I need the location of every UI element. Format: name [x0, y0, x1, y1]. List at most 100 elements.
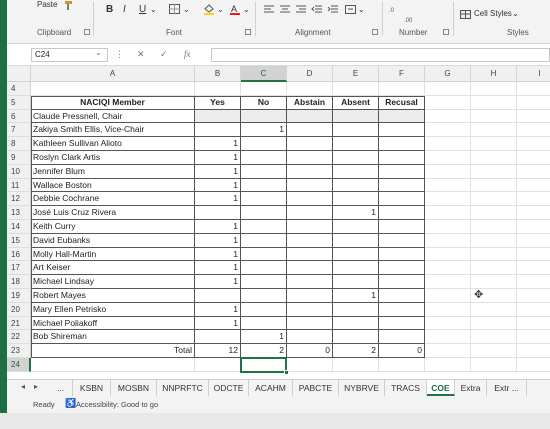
name-box-dropdown-icon[interactable]: ⌄: [95, 48, 102, 57]
italic-button[interactable]: I: [123, 4, 126, 15]
row-header-11[interactable]: 11: [7, 178, 31, 193]
cell-d6[interactable]: [287, 109, 333, 124]
cell-d13[interactable]: [287, 206, 333, 220]
cell-a24[interactable]: [31, 358, 195, 372]
cell-b10[interactable]: 1: [195, 164, 241, 179]
row-header-23[interactable]: 23: [7, 344, 31, 358]
cell-e11[interactable]: [333, 178, 379, 193]
row-header-14[interactable]: 14: [7, 220, 31, 234]
cell-h15[interactable]: [471, 233, 517, 248]
cell-a9[interactable]: Roslyn Clark Artis: [31, 151, 195, 165]
cell-e7[interactable]: [333, 123, 379, 138]
cell-e12[interactable]: [333, 192, 379, 207]
cell-d8[interactable]: [287, 137, 333, 151]
merge-dropdown-icon[interactable]: ⌄: [358, 5, 365, 14]
row-header-9[interactable]: 9: [7, 151, 31, 165]
cell-e18[interactable]: [333, 275, 379, 289]
cell-f18[interactable]: [379, 275, 425, 289]
accessibility-status[interactable]: Accessibility: Good to go: [76, 400, 158, 409]
cell-h17[interactable]: [471, 261, 517, 276]
fill-color-icon[interactable]: [203, 4, 215, 15]
cell-i23[interactable]: [517, 344, 550, 358]
cell-h20[interactable]: [471, 302, 517, 317]
cell-c12[interactable]: [241, 192, 287, 207]
sheet-tab-nnprftc[interactable]: NNPRFTC: [157, 380, 209, 396]
cell-g23[interactable]: [425, 344, 471, 358]
cell-d14[interactable]: [287, 220, 333, 234]
cell-e23[interactable]: 2: [333, 344, 379, 358]
cell-c19[interactable]: [241, 289, 287, 303]
cell-h8[interactable]: [471, 137, 517, 151]
fill-handle[interactable]: [284, 369, 289, 375]
cell-f5[interactable]: Recusal: [379, 95, 425, 110]
sheet-tab-extr[interactable]: Extr ...: [487, 380, 527, 396]
cell-g22[interactable]: [425, 330, 471, 345]
cell-e21[interactable]: [333, 316, 379, 331]
cell-f12[interactable]: [379, 192, 425, 207]
column-header-a[interactable]: A: [31, 66, 195, 82]
cell-a15[interactable]: David Eubanks: [31, 233, 195, 248]
cell-c15[interactable]: [241, 233, 287, 248]
cell-f7[interactable]: [379, 123, 425, 138]
cell-c17[interactable]: [241, 261, 287, 276]
row-header-6[interactable]: 6: [7, 109, 31, 124]
clipboard-launcher-icon[interactable]: [84, 29, 90, 35]
column-header-c[interactable]: C: [241, 66, 287, 82]
cell-a10[interactable]: Jennifer Blum: [31, 164, 195, 179]
cell-i7[interactable]: [517, 123, 550, 138]
cell-h12[interactable]: [471, 192, 517, 207]
cell-g12[interactable]: [425, 192, 471, 207]
formula-input[interactable]: [211, 48, 550, 62]
cell-h21[interactable]: [471, 316, 517, 331]
cell-i22[interactable]: [517, 330, 550, 345]
row-header-4[interactable]: 4: [7, 82, 31, 96]
row-header-21[interactable]: 21: [7, 316, 31, 331]
cell-e6[interactable]: [333, 109, 379, 124]
align-left-icon[interactable]: [263, 4, 275, 15]
column-header-f[interactable]: F: [379, 66, 425, 82]
cell-f8[interactable]: [379, 137, 425, 151]
cell-b24[interactable]: [195, 358, 241, 372]
cell-a13[interactable]: José Luis Cruz Rivera: [31, 206, 195, 220]
cell-c8[interactable]: [241, 137, 287, 151]
cell-h22[interactable]: [471, 330, 517, 345]
sheet-tab-odcte[interactable]: ODCTE: [209, 380, 249, 396]
cell-f17[interactable]: [379, 261, 425, 276]
sheet-tab-pabcte[interactable]: PABCTE: [293, 380, 339, 396]
borders-icon[interactable]: [169, 4, 181, 15]
cell-h11[interactable]: [471, 178, 517, 193]
cell-i20[interactable]: [517, 303, 550, 317]
row-header-22[interactable]: 22: [7, 330, 31, 345]
font-color-icon[interactable]: A: [229, 4, 241, 15]
sheet-tab-coe[interactable]: COE: [427, 380, 455, 396]
row-header-18[interactable]: 18: [7, 275, 31, 289]
cell-g9[interactable]: [425, 151, 471, 165]
cell-e24[interactable]: [333, 358, 379, 372]
cell-i11[interactable]: [517, 179, 550, 193]
cell-c18[interactable]: [241, 275, 287, 289]
select-all-corner[interactable]: [7, 66, 31, 82]
paste-button[interactable]: Paste: [37, 0, 57, 9]
cell-i15[interactable]: [517, 234, 550, 248]
cell-a6[interactable]: Claude Pressnell, Chair: [31, 109, 195, 124]
cell-f19[interactable]: [379, 289, 425, 303]
cell-a4[interactable]: [31, 82, 195, 96]
cell-d11[interactable]: [287, 178, 333, 193]
cell-g17[interactable]: [425, 261, 471, 276]
cell-i21[interactable]: [517, 317, 550, 331]
row-header-24[interactable]: 24: [7, 358, 31, 372]
cell-d9[interactable]: [287, 151, 333, 165]
cell-d19[interactable]: [287, 289, 333, 303]
worksheet-grid[interactable]: ABCDEFGHI 4 5 NACIQI Member Yes No Abstain Abs…: [7, 66, 550, 379]
cell-h24[interactable]: [471, 358, 517, 372]
next-sheet-icon[interactable]: ▸: [34, 382, 38, 391]
cell-styles-icon[interactable]: [460, 9, 472, 20]
cell-b12[interactable]: 1: [195, 192, 241, 207]
cell-b6[interactable]: [195, 109, 241, 124]
cell-a11[interactable]: Wallace Boston: [31, 178, 195, 193]
cell-i18[interactable]: [517, 275, 550, 289]
cell-d18[interactable]: [287, 275, 333, 289]
row-header-16[interactable]: 16: [7, 247, 31, 262]
cell-i8[interactable]: [517, 137, 550, 151]
cell-h7[interactable]: [471, 123, 517, 138]
